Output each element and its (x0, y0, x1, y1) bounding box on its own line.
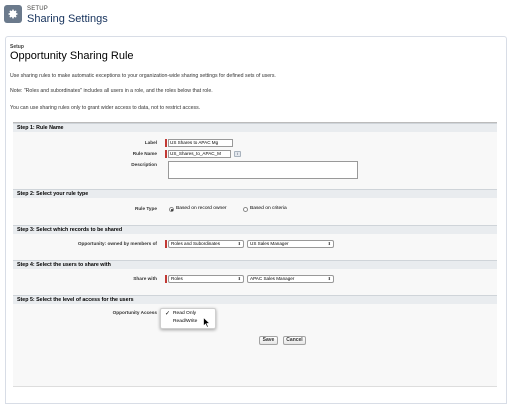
owner-type-select[interactable]: Roles and Subordinates ⬍ (168, 240, 244, 248)
chevron-updown-icon: ⬍ (327, 241, 331, 246)
setup-header: SETUP Sharing Settings (0, 0, 512, 36)
rule-form: Step 1: Rule Name Label US Shares to APA… (13, 122, 497, 387)
page-title: Opportunity Sharing Rule (10, 50, 134, 62)
owned-by-label: Opportunity: owned by members of (77, 241, 157, 246)
access-label: Opportunity Access (112, 310, 157, 315)
description-label: Description (131, 162, 157, 167)
share-type-value: Roles (171, 276, 183, 281)
grant-text: You can use sharing rules only to grant … (10, 105, 201, 111)
owner-role-value: US Sales Manager (250, 241, 289, 246)
header-title: Sharing Settings (27, 13, 108, 25)
share-type-select[interactable]: Roles ⬍ (168, 275, 244, 283)
owner-role-select[interactable]: US Sales Manager ⬍ (247, 240, 334, 248)
radio-criteria-label: Based on criteria (250, 206, 287, 211)
label-input[interactable]: US Shares to APAC Mg (168, 139, 233, 147)
gear-icon (4, 5, 22, 23)
step1-heading: Step 1: Rule Name (13, 123, 497, 132)
rule-name-label: Rule Name (132, 151, 157, 156)
owner-type-value: Roles and Subordinates (171, 241, 221, 246)
checkmark-icon: ✓ (165, 311, 171, 317)
mouse-pointer-icon (203, 315, 211, 333)
share-role-select[interactable]: APAC Sales Manager ⬍ (247, 275, 334, 283)
description-textarea[interactable] (168, 161, 358, 179)
share-role-value: APAC Sales Manager (250, 276, 295, 281)
share-with-label: Share with (133, 276, 157, 281)
required-indicator (165, 150, 167, 158)
note-text: Note: "Roles and subordinates" includes … (10, 88, 213, 94)
chevron-updown-icon: ⬍ (327, 276, 331, 281)
radio-criteria[interactable] (243, 207, 248, 212)
required-indicator (165, 275, 167, 283)
access-option-read-only[interactable]: Read Only (173, 311, 196, 316)
access-option-read-write[interactable]: Read/Write (173, 319, 197, 324)
label-field-label: Label (144, 140, 157, 145)
radio-record-owner-label: Based on record owner (176, 206, 227, 211)
required-indicator (165, 139, 167, 147)
chevron-updown-icon: ⬍ (237, 241, 241, 246)
step5-heading: Step 5: Select the level of access for t… (13, 295, 497, 304)
radio-record-owner[interactable] (169, 207, 174, 212)
cancel-button[interactable]: Cancel (283, 336, 306, 345)
header-section-label: SETUP (27, 6, 49, 12)
step2-heading: Step 2: Select your rule type (13, 189, 497, 198)
chevron-updown-icon: ⬍ (237, 276, 241, 281)
rule-name-input[interactable]: US_Shares_to_APAC_M (168, 150, 231, 158)
info-icon[interactable]: i (234, 151, 241, 157)
required-indicator (165, 240, 167, 248)
step4-heading: Step 4: Select the users to share with (13, 260, 497, 269)
intro-text: Use sharing rules to make automatic exce… (10, 73, 276, 79)
step3-heading: Step 3: Select which records to be share… (13, 225, 497, 234)
save-button[interactable]: Save (259, 336, 278, 345)
rule-type-label: Rule Type (134, 206, 157, 211)
